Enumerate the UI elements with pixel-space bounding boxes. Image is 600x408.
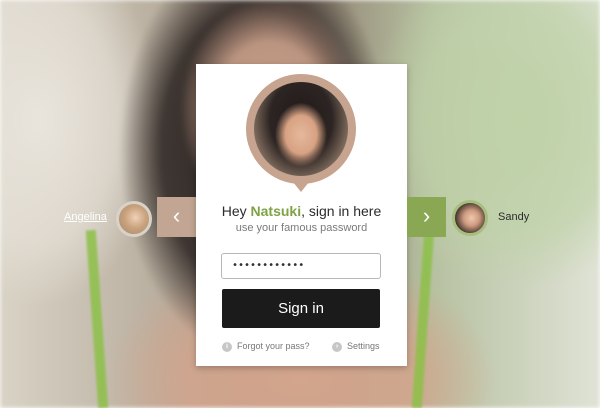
greeting-suffix: , sign in here — [301, 203, 382, 219]
sign-in-button[interactable]: Sign in — [222, 289, 380, 328]
chevron-left-icon: ‹ — [172, 203, 181, 228]
previous-user-button[interactable]: ‹ — [157, 197, 196, 237]
info-icon: i — [222, 341, 232, 352]
settings-link[interactable]: › Settings — [332, 339, 380, 353]
avatar-photo — [254, 82, 348, 176]
current-user-avatar — [246, 74, 356, 192]
next-user-button[interactable]: › — [407, 197, 446, 237]
greeting-prefix: Hey — [221, 203, 251, 219]
chevron-right-circle-icon: › — [332, 341, 342, 352]
greeting-title: Hey Natsuki, sign in here — [196, 203, 407, 219]
card-footer-links: i Forgot your pass? › Settings — [196, 339, 407, 353]
login-card: Hey Natsuki, sign in here use your famou… — [196, 64, 407, 366]
greeting-username: Natsuki — [250, 203, 302, 219]
chevron-right-icon: › — [422, 203, 431, 228]
password-field[interactable]: •••••••••••• — [221, 253, 381, 279]
next-user-avatar[interactable] — [452, 200, 488, 236]
forgot-password-link[interactable]: i Forgot your pass? — [222, 339, 310, 353]
password-value: •••••••••••• — [232, 260, 305, 271]
next-user-name[interactable]: Sandy — [498, 211, 529, 223]
previous-user-name[interactable]: Angelina — [64, 211, 107, 223]
forgot-password-label: Forgot your pass? — [237, 341, 310, 351]
settings-label: Settings — [347, 341, 380, 351]
greeting-subtitle: use your famous password — [235, 222, 368, 234]
previous-user-avatar[interactable] — [116, 201, 152, 237]
